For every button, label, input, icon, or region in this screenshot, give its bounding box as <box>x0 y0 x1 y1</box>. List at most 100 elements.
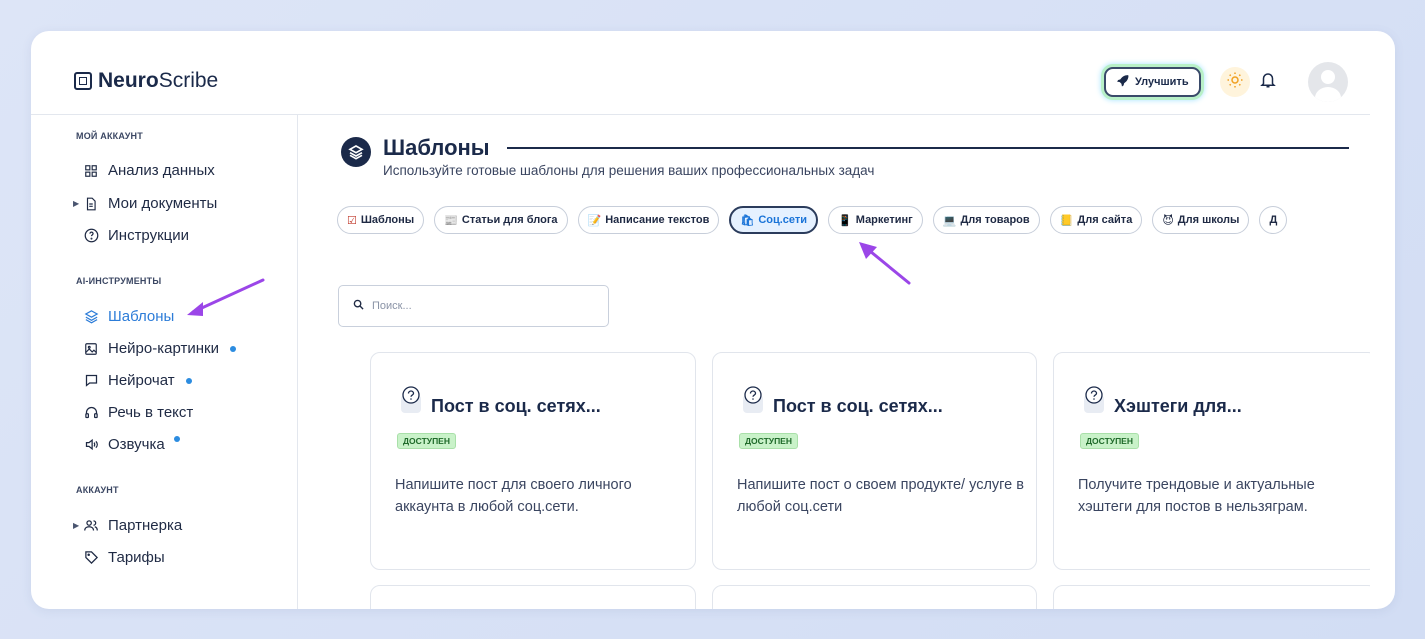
brand-logo[interactable]: NeuroScribe <box>74 69 218 93</box>
logo-icon <box>74 72 92 90</box>
sidebar-item-neurochat[interactable]: Нейрочат <box>83 372 192 389</box>
tab-label: Шаблоны <box>360 214 415 226</box>
card-title: Пост в соц. сетях... <box>773 396 943 416</box>
tab-marketing[interactable]: 📱 Маркетинг <box>828 206 923 234</box>
template-card[interactable]: Пост в соц. сетях... доступен Напишите п… <box>712 352 1037 570</box>
template-card[interactable] <box>370 585 696 609</box>
main-content: Шаблоны Используйте готовые шаблоны для … <box>299 115 1370 609</box>
card-description: Напишите пост о своем продукте/ услуге в… <box>737 477 1024 515</box>
tab-label: Статьи для блога <box>461 214 558 226</box>
sidebar-item-templates[interactable]: Шаблоны <box>83 308 174 325</box>
sidebar-item-label: Шаблоны <box>108 308 175 325</box>
template-card[interactable] <box>712 585 1037 609</box>
rocket-icon <box>1116 74 1129 90</box>
image-icon <box>83 341 99 357</box>
upgrade-label: Улучшить <box>1135 76 1189 88</box>
brand-name: NeuroScribe <box>98 69 219 92</box>
chat-icon <box>83 373 99 389</box>
laptop-icon: 💻 <box>942 214 957 227</box>
sidebar-item-label: Анализ данных <box>108 162 215 179</box>
tab-label: Написание текстов <box>605 214 710 226</box>
tag-icon <box>83 550 99 566</box>
card-description: Напишите пост для своего личного аккаунт… <box>395 477 632 515</box>
notifications-button[interactable] <box>1255 69 1281 95</box>
tab-templates[interactable]: ☑ Шаблоны <box>337 206 425 234</box>
sidebar-item-label: Нейрочат <box>108 372 175 389</box>
tab-more[interactable]: Д <box>1259 206 1288 234</box>
tab-writing[interactable]: 📝 Написание текстов <box>577 206 720 234</box>
layers-icon <box>83 309 99 325</box>
search-icon <box>353 299 364 313</box>
newspaper-icon: 📰 <box>444 214 458 227</box>
category-tabs: ☑ Шаблоны 📰 Статьи для блога 📝 Написание те… <box>337 206 1288 234</box>
status-badge: доступен <box>739 433 798 449</box>
top-header: NeuroScribe Улучшить <box>31 31 1370 115</box>
card-title: Пост в соц. сетях... <box>431 396 601 416</box>
shopping-bags-icon: 🛍 <box>740 214 755 227</box>
question-bubble-icon <box>741 385 765 415</box>
new-indicator-dot <box>173 435 180 442</box>
sidebar-item-instructions[interactable]: Инструкции <box>83 227 189 244</box>
upgrade-button[interactable]: Улучшить <box>1104 67 1201 97</box>
sidebar-item-speech-to-text[interactable]: Речь в текст <box>83 404 193 421</box>
page-subtitle: Используйте готовые шаблоны для решения … <box>383 163 875 178</box>
checkbox-icon: ☑ <box>347 214 357 227</box>
speaker-icon <box>83 437 99 453</box>
bell-icon <box>1259 70 1277 95</box>
search-placeholder: Поиск... <box>372 300 412 312</box>
phone-icon: 📱 <box>838 214 852 227</box>
sidebar-item-label: Нейро-картинки <box>108 340 219 357</box>
caret-right-icon[interactable]: ▶ <box>73 199 79 208</box>
tab-products[interactable]: 💻 Для товаров <box>932 206 1040 234</box>
tab-social[interactable]: 🛍 Соц.сети <box>729 206 819 234</box>
sidebar-item-label: Озвучка <box>108 436 165 453</box>
sidebar-item-documents[interactable]: ▶ Мои документы <box>73 195 218 212</box>
tab-website[interactable]: 📒 Для сайта <box>1049 206 1143 234</box>
template-card[interactable]: Хэштеги для... доступен Получите трендов… <box>1053 352 1370 570</box>
user-avatar[interactable] <box>1308 62 1348 102</box>
sidebar-item-partners[interactable]: ▶ Партнерка <box>73 517 183 534</box>
tab-label: Соц.сети <box>758 214 808 226</box>
sidebar-item-label: Речь в текст <box>108 404 194 421</box>
tab-label: Для товаров <box>960 214 1030 226</box>
tab-blog-articles[interactable]: 📰 Статьи для блога <box>434 206 568 234</box>
status-badge: доступен <box>397 433 456 449</box>
card-title: Хэштеги для... <box>1114 396 1242 416</box>
template-card[interactable] <box>1053 585 1370 609</box>
sidebar-item-label: Партнерка <box>108 517 183 534</box>
users-icon <box>83 518 99 534</box>
search-input[interactable]: Поиск... <box>338 285 609 327</box>
tab-label: Для сайта <box>1077 214 1133 226</box>
title-divider <box>507 147 1349 149</box>
app-window: NeuroScribe Улучшить МОЙ АККАУНТ Анализ … <box>31 31 1395 609</box>
memo-icon: 📝 <box>587 214 602 227</box>
tab-label: Д <box>1269 214 1278 226</box>
help-circle-icon <box>83 228 99 244</box>
ledger-icon: 📒 <box>1059 214 1074 227</box>
sidebar-item-voiceover[interactable]: Озвучка <box>83 435 180 453</box>
grid-icon <box>83 163 99 179</box>
sidebar-item-neuro-images[interactable]: Нейро-картинки <box>83 340 236 357</box>
sidebar: МОЙ АККАУНТ Анализ данных ▶ Мои документ… <box>31 115 298 609</box>
template-card[interactable]: Пост в соц. сетях... доступен Напишите п… <box>370 352 696 570</box>
theme-toggle-button[interactable] <box>1220 67 1250 97</box>
section-title-my-account: МОЙ АККАУНТ <box>76 131 143 141</box>
section-title-ai-tools: AI-ИНСТРУМЕНТЫ <box>76 276 162 286</box>
new-indicator-dot <box>229 345 236 352</box>
tab-school[interactable]: 😈 Для школы <box>1152 206 1250 234</box>
card-description: Получите трендовые и актуальные хэштеги … <box>1078 477 1315 515</box>
sidebar-item-analytics[interactable]: Анализ данных <box>83 162 215 179</box>
new-indicator-dot <box>185 377 192 384</box>
sidebar-item-pricing[interactable]: Тарифы <box>83 549 165 566</box>
layers-title-icon <box>341 137 371 167</box>
sidebar-item-label: Тарифы <box>108 549 165 566</box>
devil-face-icon: 😈 <box>1162 214 1174 227</box>
page-title: Шаблоны <box>383 135 490 160</box>
sun-icon <box>1226 71 1244 94</box>
document-icon <box>83 196 99 212</box>
status-badge: доступен <box>1080 433 1139 449</box>
question-bubble-icon <box>399 385 423 415</box>
sidebar-item-label: Мои документы <box>108 195 218 212</box>
section-title-account: АККАУНТ <box>76 485 119 495</box>
caret-right-icon[interactable]: ▶ <box>73 521 79 530</box>
